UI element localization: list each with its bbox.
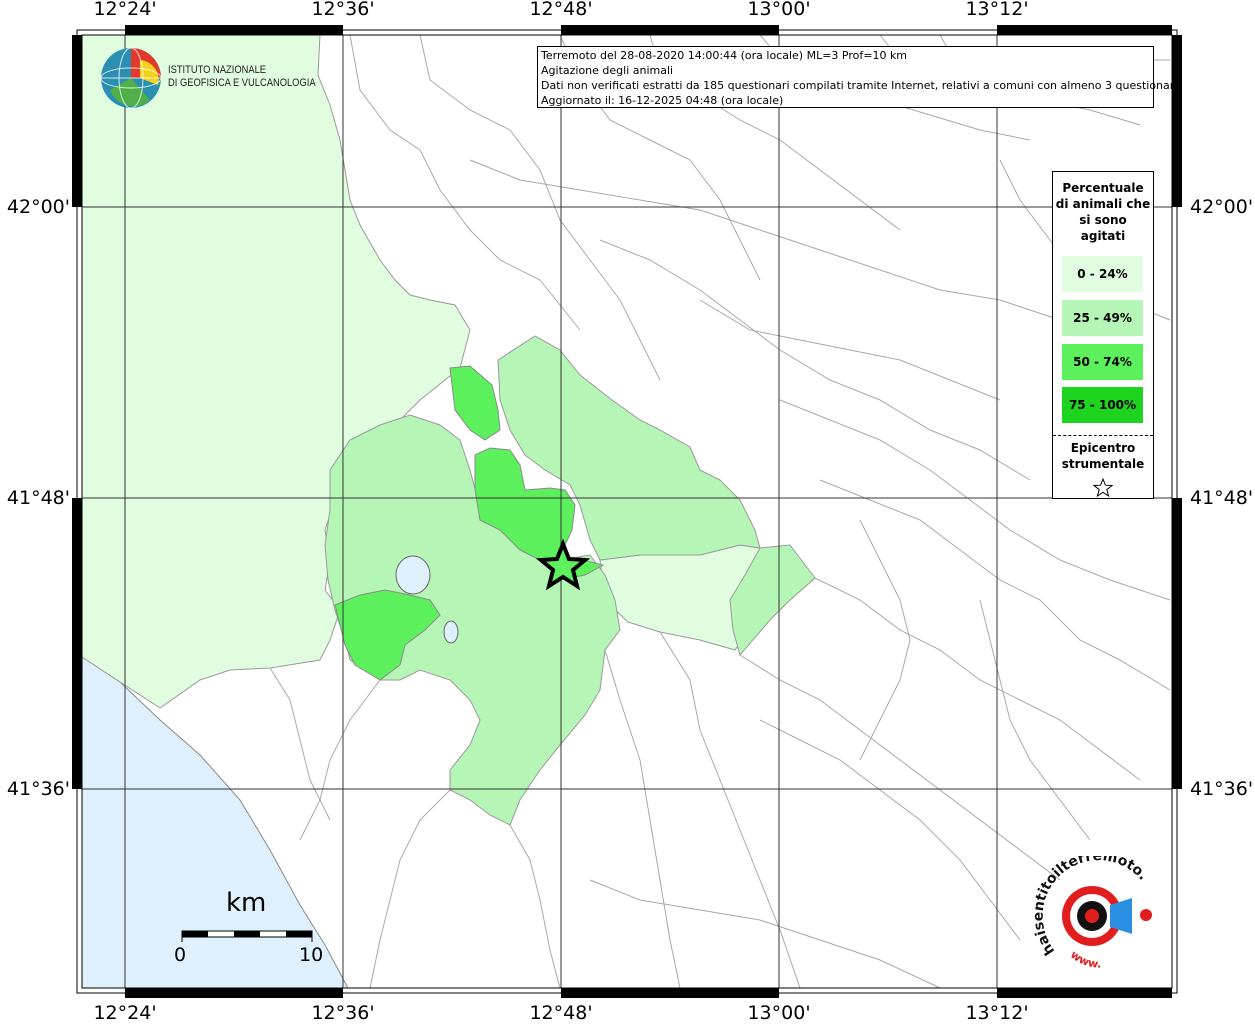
bottom-tick-3: 12°48' <box>529 1002 593 1024</box>
left-tick-1: 42°00' <box>6 196 70 218</box>
legend-class-50-74: 50 - 74% <box>1062 344 1143 380</box>
event-title: Terremoto del 28-08-2020 14:00:44 (ora l… <box>541 49 908 62</box>
top-tick-2: 12°36' <box>311 0 375 20</box>
hsit-www: www. <box>1068 948 1101 971</box>
left-tick-3: 41°36' <box>6 778 70 800</box>
top-tick-3: 12°48' <box>529 0 593 20</box>
hsit-logo-text: haisentitoilterremoto.it www. <box>1030 856 1151 971</box>
legend-class-25-49: 25 - 49% <box>1062 300 1143 336</box>
ingv-logo-text: ISTITUTO NAZIONALE DI GEOFISICA E VULCAN… <box>168 64 316 90</box>
scale-unit: km <box>226 888 267 918</box>
legend-divider <box>1053 435 1153 436</box>
legend-class-0-24: 0 - 24% <box>1062 256 1143 292</box>
top-tick-5: 13°12' <box>965 0 1029 20</box>
lake-albano <box>395 555 431 595</box>
event-info-box: Terremoto del 28-08-2020 14:00:44 (ora l… <box>537 46 1181 108</box>
legend-class-75-100: 75 - 100% <box>1062 387 1143 423</box>
right-tick-2: 41°48' <box>1190 487 1254 509</box>
lake-nemi <box>443 620 459 644</box>
legend: Percentuale di animali che si sono agita… <box>1052 171 1154 499</box>
map-subject: Agitazione degli animali <box>541 64 674 77</box>
bottom-tick-1: 12°24' <box>93 1002 157 1024</box>
hsit-text: haisentitoilterremoto.it <box>1030 856 1151 958</box>
bottom-tick-4: 13°00' <box>747 1002 811 1024</box>
top-tick-4: 13°00' <box>747 0 811 20</box>
svg-text:www.: www. <box>1068 948 1101 971</box>
legend-epicenter-label: Epicentro strumentale <box>1061 441 1145 471</box>
updated-timestamp: Aggiornato il: 16-12-2025 04:48 (ora loc… <box>541 94 784 107</box>
star-outline-icon <box>1093 478 1113 498</box>
ingv-line-2: DI GEOFISICA E VULCANOLOGIA <box>168 77 316 89</box>
left-tick-2: 41°48' <box>6 487 70 509</box>
data-note: Dati non verificati estratti da 185 ques… <box>541 79 1181 92</box>
scale-max: 10 <box>299 944 324 966</box>
legend-title: Percentuale di animali che si sono agita… <box>1055 181 1151 243</box>
ingv-line-1: ISTITUTO NAZIONALE <box>168 64 267 76</box>
scale-min: 0 <box>174 944 187 966</box>
bottom-tick-2: 12°36' <box>311 1002 375 1024</box>
svg-text:haisentitoilterremoto.it: haisentitoilterremoto.it <box>1030 856 1151 958</box>
right-tick-3: 41°36' <box>1190 778 1254 800</box>
ingv-globe-icon <box>100 47 162 109</box>
top-tick-1: 12°24' <box>93 0 157 20</box>
right-tick-1: 42°00' <box>1190 196 1254 218</box>
bottom-tick-5: 13°12' <box>965 1002 1029 1024</box>
